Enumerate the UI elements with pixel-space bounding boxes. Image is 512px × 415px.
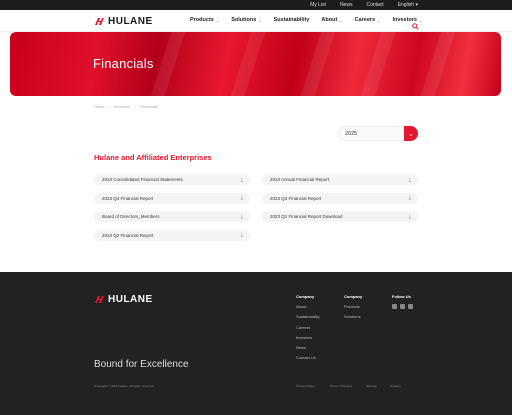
document-item[interactable]: 2023 Consolidated Financial Statements ⤓ (94, 174, 250, 185)
footer-legal-links: Privacy Policy Terms of Service Sitemap … (296, 384, 401, 388)
sitemap-link[interactable]: Sitemap (366, 384, 390, 388)
document-title: Board of Directors_Members (102, 214, 160, 219)
footer-tagline: Bound for Excellence (94, 359, 189, 370)
main-navigation: HULANE Products ⌄ Solutions ⌄ Sustainabili… (0, 10, 512, 32)
nav-item-solutions[interactable]: Solutions ⌄ (231, 17, 261, 23)
footer-column-follow: Follow Us (392, 294, 413, 309)
nav-item-about[interactable]: About ⌄ (321, 17, 342, 23)
footer-logo-text: HULANE (108, 294, 153, 305)
breadcrumb-home[interactable]: Home (94, 104, 105, 109)
chevron-down-icon: ⌄ (215, 17, 220, 23)
document-item[interactable]: 2023 Q1 Financial Report Download ⤓ (262, 211, 418, 222)
logo[interactable]: HULANE (94, 16, 153, 27)
document-list: 2023 Consolidated Financial Statements ⤓ … (94, 174, 418, 241)
youtube-icon[interactable] (408, 304, 413, 309)
document-item[interactable]: 2023 Q4 Financial Report ⤓ (94, 192, 250, 204)
year-select-value: 2025 (345, 130, 358, 137)
footer-column-company-2: Company Products Solutions (344, 294, 362, 325)
document-title: 2023 Annual Financial Report (270, 177, 330, 182)
download-icon[interactable]: ⤓ (241, 177, 243, 183)
download-icon[interactable]: ⤓ (241, 195, 243, 201)
nav-label: Products (190, 17, 214, 23)
document-title: 2023 Q3 Financial Report (270, 195, 322, 201)
hero-banner: Financials (10, 32, 501, 96)
site-footer: HULANE Company About Sustainability Care… (0, 272, 512, 415)
page-title: Financials (93, 56, 154, 71)
contact-link[interactable]: Contact (366, 2, 383, 8)
footer-logo[interactable]: HULANE (94, 294, 153, 305)
footer-column-company: Company About Sustainability Careers Inv… (296, 294, 320, 366)
breadcrumb-separator-icon: › (134, 104, 136, 109)
download-icon[interactable]: ⤓ (241, 214, 243, 220)
utility-bar: My List News Contact English ▾ (0, 0, 512, 10)
download-icon[interactable]: ⤓ (409, 195, 411, 201)
linkedin-icon[interactable] (392, 304, 397, 309)
document-item[interactable]: 2023 Q2 Financial Report ⤓ (94, 229, 250, 241)
footer-link-sustainability[interactable]: Sustainability (296, 314, 320, 319)
chevron-down-icon: ⌄ (408, 130, 414, 138)
download-icon[interactable]: ⤓ (409, 177, 411, 183)
footer-heading: Company (344, 294, 363, 299)
breadcrumb-investors[interactable]: Investors (114, 104, 130, 109)
my-list-link[interactable]: My List (310, 2, 326, 8)
download-icon[interactable]: ⤓ (241, 232, 243, 238)
footer-link-contact[interactable]: Contact Us (296, 355, 320, 360)
breadcrumb-separator-icon: › (108, 104, 111, 109)
cookies-link[interactable]: Cookies (390, 384, 401, 388)
breadcrumb: Home › Investors › Financials (94, 104, 158, 109)
logo-text: HULANE (108, 16, 153, 27)
footer-link-careers[interactable]: Careers (296, 325, 320, 330)
nav-label: About (321, 17, 338, 23)
nav-label: Sustainability (273, 17, 310, 23)
wechat-icon[interactable] (400, 304, 405, 309)
document-title: 2023 Q1 Financial Report Download (270, 214, 343, 219)
document-title: 2023 Consolidated Financial Statements (102, 177, 183, 182)
privacy-policy-link[interactable]: Privacy Policy (296, 384, 330, 388)
nav-item-products[interactable]: Products ⌄ (190, 17, 219, 23)
footer-link-news[interactable]: News (296, 345, 320, 350)
copyright: Copyright © 2024 Hulane. All rights rese… (94, 384, 155, 388)
primary-menu: Products ⌄ Solutions ⌄ Sustainability Abou… (190, 17, 434, 23)
chevron-down-icon: ⌄ (377, 17, 381, 23)
footer-link-investors[interactable]: Investors (296, 335, 320, 340)
breadcrumb-current: Financials (139, 104, 158, 109)
chevron-down-icon: ⌄ (418, 17, 423, 23)
footer-link-solutions[interactable]: Solutions (344, 314, 362, 319)
language-selector[interactable]: English ▾ (398, 2, 418, 8)
nav-item-careers[interactable]: Careers ⌄ (355, 17, 381, 23)
download-icon[interactable]: ⤓ (409, 214, 411, 220)
hulane-logo-mark-icon (95, 296, 104, 303)
social-links (392, 304, 413, 309)
chevron-down-icon: ⌄ (339, 17, 343, 23)
footer-heading: Follow Us (392, 294, 411, 299)
document-item[interactable]: 2023 Annual Financial Report ⤓ (262, 174, 418, 185)
year-select[interactable]: 2025 ⌄ (338, 126, 418, 141)
news-link[interactable]: News (340, 2, 353, 8)
document-item[interactable]: Board of Directors_Members ⤓ (94, 211, 250, 222)
nav-item-sustainability[interactable]: Sustainability (274, 17, 310, 23)
footer-link-about[interactable]: About (296, 304, 320, 309)
language-label: English (397, 2, 415, 8)
document-title: 2023 Q4 Financial Report (102, 195, 154, 201)
document-item[interactable]: 2023 Q3 Financial Report ⤓ (262, 192, 418, 204)
chevron-down-icon: ▾ (415, 2, 418, 8)
footer-link-products[interactable]: Products (344, 304, 362, 309)
document-title: 2023 Q2 Financial Report (102, 232, 154, 238)
section-title: Hulane and Affiliated Enterprises (94, 153, 212, 162)
nav-label: Solutions (231, 17, 257, 23)
terms-link[interactable]: Terms of Service (330, 384, 366, 388)
year-select-toggle[interactable]: ⌄ (404, 126, 418, 141)
footer-heading: Company (296, 294, 315, 299)
hulane-logo-mark-icon (95, 18, 104, 25)
nav-label: Careers (354, 17, 376, 23)
chevron-down-icon: ⌄ (258, 17, 262, 23)
search-icon (412, 23, 419, 30)
